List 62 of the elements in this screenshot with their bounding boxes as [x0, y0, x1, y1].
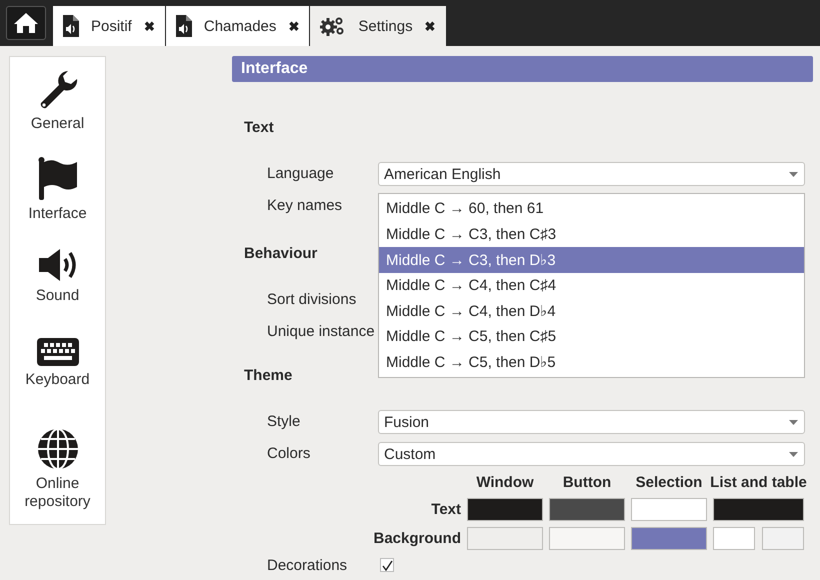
caret-icon [789, 420, 798, 424]
color-swatch[interactable] [713, 527, 755, 550]
field-label: Language [266, 164, 335, 184]
field-label: Decorations [266, 556, 348, 576]
globe-icon [36, 427, 80, 471]
checkbox[interactable] [380, 558, 394, 572]
field-label: Colors [266, 444, 312, 464]
color-swatch[interactable] [549, 527, 625, 550]
sidebar-item[interactable]: Interface [12, 157, 102, 247]
sidebar-item[interactable]: General [12, 67, 102, 157]
close-button[interactable]: ✖ [424, 18, 436, 34]
dropdown-option[interactable]: Middle C → C3, then D♭3 [379, 247, 804, 273]
tab-label: Positif [91, 18, 132, 34]
row-label: Text [431, 501, 461, 518]
tab[interactable]: Settings ✖ [310, 6, 446, 46]
section-title: Text [244, 118, 274, 136]
column-heading: List and table [710, 474, 807, 492]
section-title: Behaviour [244, 244, 318, 262]
color-swatch[interactable] [467, 527, 543, 550]
home-tab[interactable] [6, 6, 46, 40]
dropdown[interactable]: Fusion [378, 410, 805, 434]
color-swatch[interactable] [631, 527, 707, 550]
column-heading: Button [562, 474, 612, 492]
dropdown[interactable]: Custom [378, 442, 805, 466]
color-swatch[interactable] [713, 498, 804, 521]
audio-document-icon [63, 15, 79, 37]
audio-document-icon [176, 15, 192, 37]
home-icon [13, 12, 39, 34]
color-swatch[interactable] [549, 498, 625, 521]
sidebar-item[interactable]: Online repository [12, 427, 102, 517]
close-button[interactable]: ✖ [288, 18, 300, 34]
dropdown-option[interactable]: Middle C → C5, then C♯5 [379, 324, 804, 350]
dropdown-option[interactable]: Middle C → 60, then 61 [379, 196, 804, 222]
dropdown[interactable]: American English [378, 162, 805, 186]
dropdown-option[interactable]: Middle C → C4, then C♯4 [379, 272, 804, 298]
color-swatch[interactable] [467, 498, 543, 521]
tab-label: Settings [358, 18, 413, 34]
column-heading: Selection [636, 474, 702, 492]
field-label: Key names [266, 196, 344, 216]
tab[interactable]: Positif ✖ [53, 6, 165, 46]
keyboard-icon [36, 337, 80, 367]
sidebar-item[interactable]: Sound [12, 247, 102, 337]
color-swatch[interactable] [631, 498, 707, 521]
field-label: Unique instance [266, 322, 376, 342]
field-label: Style [266, 412, 302, 432]
flag-icon [36, 157, 80, 201]
tab[interactable]: Chamades ✖ [166, 6, 310, 46]
column-heading: Window [476, 474, 534, 492]
close-button[interactable]: ✖ [144, 18, 155, 34]
caret-icon [789, 452, 798, 456]
row-label: Background [373, 530, 461, 547]
sidebar-item[interactable]: Keyboard [12, 337, 102, 427]
dropdown-option[interactable]: Middle C → C5, then D♭5 [379, 350, 804, 376]
gears-icon [320, 16, 346, 36]
caret-icon [789, 172, 798, 176]
tab-label: Chamades [204, 18, 276, 34]
dropdown-option[interactable]: Middle C → C3, then C♯3 [379, 222, 804, 248]
section-title: Theme [244, 366, 292, 384]
color-swatch[interactable] [762, 527, 804, 550]
field-label: Sort divisions [266, 290, 358, 310]
page-title: Interface [241, 60, 308, 78]
dropdown-option[interactable]: Middle C → C4, then D♭4 [379, 298, 804, 324]
